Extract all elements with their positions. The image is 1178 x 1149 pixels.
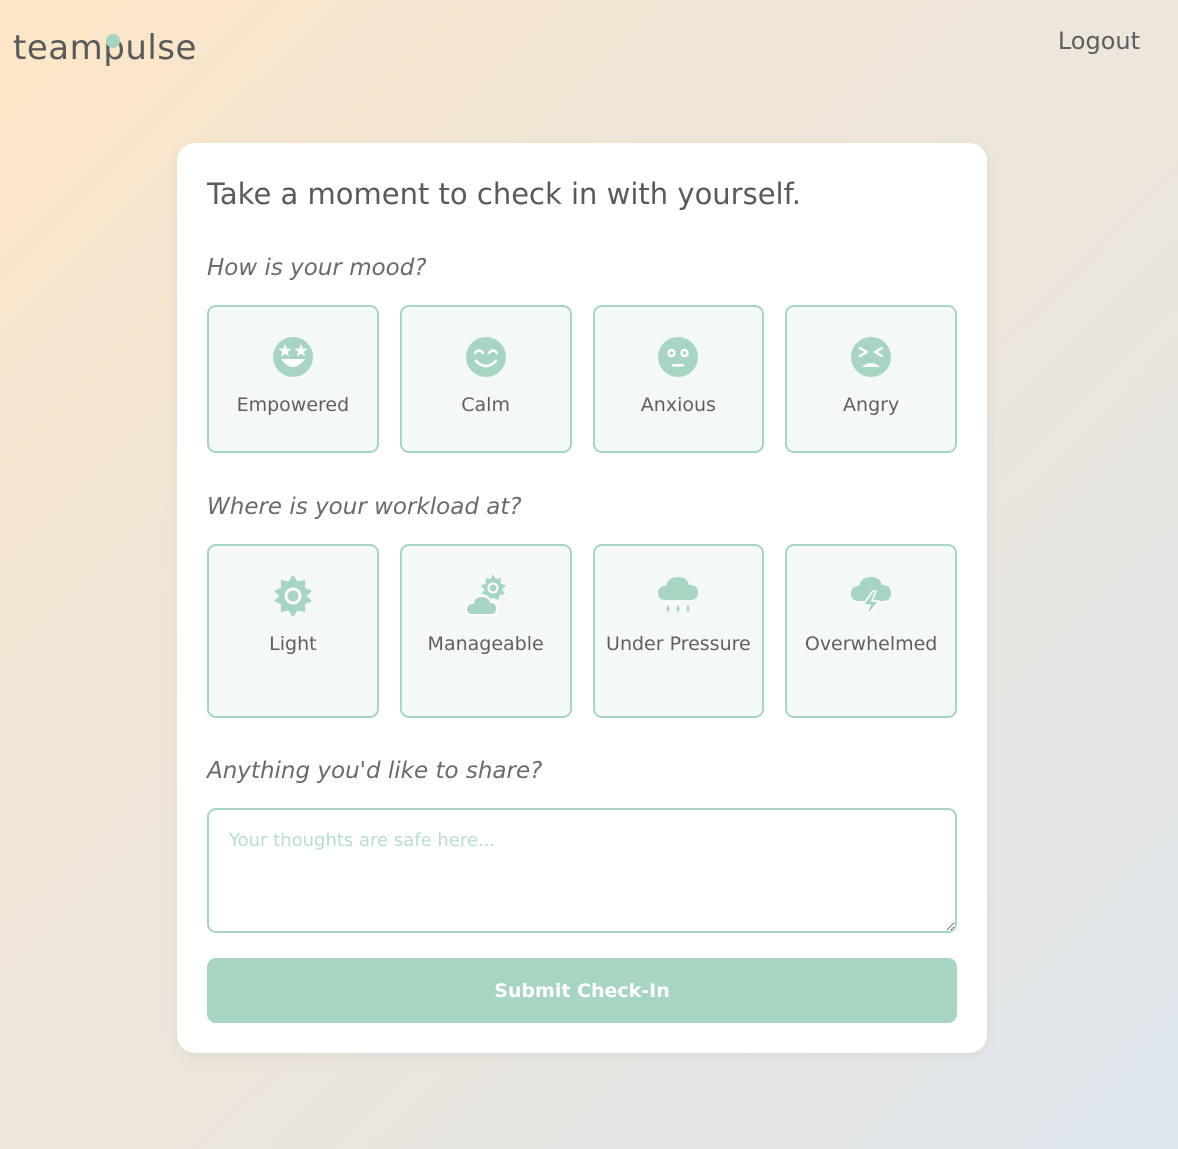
star-struck-face-icon xyxy=(272,337,313,377)
submit-checkin-button[interactable]: Submit Check-In xyxy=(207,958,957,1023)
card-title: Take a moment to check in with yourself. xyxy=(207,177,801,211)
sun-behind-cloud-icon xyxy=(464,574,506,616)
workload-option-label: Under Pressure xyxy=(606,633,751,655)
mood-options: Empowered Calm Anxious Angry xyxy=(207,305,957,453)
mood-option-label: Anxious xyxy=(640,394,716,416)
logo-text-p: p xyxy=(103,28,126,68)
logo-text-a: team xyxy=(13,28,104,68)
workload-question: Where is your workload at? xyxy=(207,494,522,520)
checkin-card: Take a moment to check in with yourself.… xyxy=(177,143,987,1053)
smiling-face-icon xyxy=(465,337,506,377)
mood-question: How is your mood? xyxy=(207,255,427,281)
workload-option-light[interactable]: Light xyxy=(207,544,379,718)
workload-option-manageable[interactable]: Manageable xyxy=(399,544,572,718)
mood-option-empowered[interactable]: Empowered xyxy=(207,305,379,453)
angry-face-icon xyxy=(851,337,892,377)
workload-option-overwhelmed[interactable]: Overwhelmed xyxy=(785,544,957,718)
storm-cloud-icon xyxy=(851,577,892,618)
anxious-face-icon xyxy=(658,337,699,377)
mood-option-calm[interactable]: Calm xyxy=(399,305,572,453)
share-question: Anything you'd like to share? xyxy=(207,758,543,784)
mood-option-label: Angry xyxy=(843,394,900,416)
workload-option-label: Light xyxy=(269,633,317,655)
logout-link[interactable]: Logout xyxy=(1058,27,1140,55)
workload-option-under-pressure[interactable]: Under Pressure xyxy=(592,544,765,718)
workload-option-label: Manageable xyxy=(427,633,544,655)
rain-cloud-icon xyxy=(658,577,699,612)
logo-text-b: ulse xyxy=(125,28,197,68)
mood-option-angry[interactable]: Angry xyxy=(785,305,957,453)
workload-options: Light Manageable Under Pressure Overwhel… xyxy=(207,544,957,718)
app-logo[interactable]: team pulse xyxy=(13,28,197,68)
mood-option-label: Calm xyxy=(461,394,510,416)
sun-icon xyxy=(273,575,312,617)
share-textarea[interactable] xyxy=(207,808,957,933)
mood-option-anxious[interactable]: Anxious xyxy=(592,305,765,453)
mood-option-label: Empowered xyxy=(236,394,350,416)
workload-option-label: Overwhelmed xyxy=(804,633,938,655)
